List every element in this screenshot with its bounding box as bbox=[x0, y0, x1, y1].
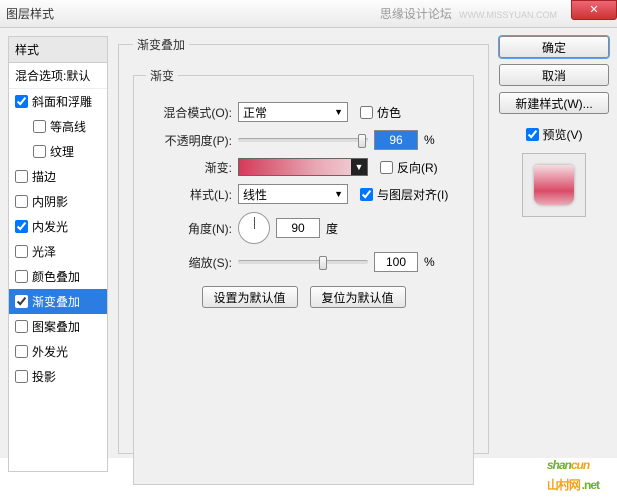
brand-text: 思缘设计论坛 WWW.MISSYUAN.COM bbox=[380, 5, 557, 22]
gradient-overlay-group: 渐变叠加 渐变 混合模式(O): 正常▼ 仿色 不透明度(P): bbox=[118, 36, 489, 454]
styles-list: 混合选项:默认 斜面和浮雕等高线纹理描边内阴影内发光光泽颜色叠加渐变叠加图案叠加… bbox=[8, 62, 108, 472]
gradient-row: 渐变: ▼ 反向(R) bbox=[146, 158, 461, 176]
opacity-slider[interactable] bbox=[238, 138, 368, 142]
angle-label: 角度(N): bbox=[146, 220, 232, 237]
reset-default-button[interactable]: 复位为默认值 bbox=[310, 286, 406, 308]
style-item[interactable]: 光泽 bbox=[9, 239, 107, 264]
preview-box bbox=[522, 153, 586, 217]
style-label: 纹理 bbox=[50, 143, 74, 160]
style-label: 描边 bbox=[32, 168, 56, 185]
default-buttons: 设置为默认值 复位为默认值 bbox=[146, 286, 461, 308]
style-item[interactable]: 描边 bbox=[9, 164, 107, 189]
style-checkbox[interactable] bbox=[15, 170, 28, 183]
style-item[interactable]: 颜色叠加 bbox=[9, 264, 107, 289]
style-label: 光泽 bbox=[32, 243, 56, 260]
dither-checkbox[interactable] bbox=[360, 106, 373, 119]
style-label: 外发光 bbox=[32, 343, 68, 360]
style-checkbox[interactable] bbox=[15, 345, 28, 358]
style-label: 斜面和浮雕 bbox=[32, 93, 92, 110]
scale-input[interactable]: 100 bbox=[374, 252, 418, 272]
close-button[interactable]: ✕ bbox=[571, 0, 617, 20]
set-default-button[interactable]: 设置为默认值 bbox=[202, 286, 298, 308]
options-panel: 渐变叠加 渐变 混合模式(O): 正常▼ 仿色 不透明度(P): bbox=[118, 36, 489, 450]
dither-option[interactable]: 仿色 bbox=[360, 104, 401, 121]
gradient-group: 渐变 混合模式(O): 正常▼ 仿色 不透明度(P): bbox=[133, 67, 474, 485]
gradient-label: 渐变: bbox=[146, 159, 232, 176]
styles-panel: 样式 混合选项:默认 斜面和浮雕等高线纹理描边内阴影内发光光泽颜色叠加渐变叠加图… bbox=[8, 36, 108, 450]
opacity-input[interactable]: 96 bbox=[374, 130, 418, 150]
scale-slider[interactable] bbox=[238, 260, 368, 264]
ok-button[interactable]: 确定 bbox=[499, 36, 609, 58]
style-label: 颜色叠加 bbox=[32, 268, 80, 285]
inner-legend: 渐变 bbox=[146, 67, 178, 84]
reverse-checkbox[interactable] bbox=[380, 161, 393, 174]
style-checkbox[interactable] bbox=[15, 220, 28, 233]
chevron-down-icon[interactable]: ▼ bbox=[351, 159, 367, 175]
style-checkbox[interactable] bbox=[15, 370, 28, 383]
angle-row: 角度(N): 90 度 bbox=[146, 212, 461, 244]
opacity-row: 不透明度(P): 96 % bbox=[146, 130, 461, 150]
angle-input[interactable]: 90 bbox=[276, 218, 320, 238]
preview-swatch bbox=[534, 165, 574, 205]
style-checkbox[interactable] bbox=[15, 295, 28, 308]
title-bar: 图层样式 思缘设计论坛 WWW.MISSYUAN.COM ✕ bbox=[0, 0, 617, 28]
cancel-button[interactable]: 取消 bbox=[499, 64, 609, 86]
style-label: 渐变叠加 bbox=[32, 293, 80, 310]
style-checkbox[interactable] bbox=[15, 95, 28, 108]
blend-options-default[interactable]: 混合选项:默认 bbox=[9, 63, 107, 89]
style-item[interactable]: 斜面和浮雕 bbox=[9, 89, 107, 114]
style-checkbox[interactable] bbox=[15, 195, 28, 208]
style-item[interactable]: 等高线 bbox=[9, 114, 107, 139]
main-area: 样式 混合选项:默认 斜面和浮雕等高线纹理描边内阴影内发光光泽颜色叠加渐变叠加图… bbox=[0, 28, 617, 458]
style-checkbox[interactable] bbox=[15, 270, 28, 283]
preview-option[interactable]: 预览(V) bbox=[499, 126, 609, 143]
scale-row: 缩放(S): 100 % bbox=[146, 252, 461, 272]
style-label: 投影 bbox=[32, 368, 56, 385]
style-item[interactable]: 图案叠加 bbox=[9, 314, 107, 339]
group-legend: 渐变叠加 bbox=[133, 36, 189, 53]
style-item[interactable]: 投影 bbox=[9, 364, 107, 389]
style-item[interactable]: 内阴影 bbox=[9, 189, 107, 214]
blend-mode-label: 混合模式(O): bbox=[146, 104, 232, 121]
style-checkbox[interactable] bbox=[15, 245, 28, 258]
style-label: 内发光 bbox=[32, 218, 68, 235]
styles-header: 样式 bbox=[8, 36, 108, 62]
watermark: shancun 山村网 .net bbox=[547, 444, 599, 493]
align-checkbox[interactable] bbox=[360, 188, 373, 201]
gradient-picker[interactable]: ▼ bbox=[238, 158, 368, 176]
angle-dial[interactable] bbox=[238, 212, 270, 244]
blend-mode-row: 混合模式(O): 正常▼ 仿色 bbox=[146, 102, 461, 122]
blend-mode-combo[interactable]: 正常▼ bbox=[238, 102, 348, 122]
style-checkbox[interactable] bbox=[33, 145, 46, 158]
style-label: 样式(L): bbox=[146, 186, 232, 203]
right-panel: 确定 取消 新建样式(W)... 预览(V) bbox=[499, 36, 609, 450]
preview-checkbox[interactable] bbox=[526, 128, 539, 141]
scale-label: 缩放(S): bbox=[146, 254, 232, 271]
opacity-label: 不透明度(P): bbox=[146, 132, 232, 149]
style-combo[interactable]: 线性▼ bbox=[238, 184, 348, 204]
style-item[interactable]: 内发光 bbox=[9, 214, 107, 239]
style-label: 等高线 bbox=[50, 118, 86, 135]
align-option[interactable]: 与图层对齐(I) bbox=[360, 186, 448, 203]
style-item[interactable]: 渐变叠加 bbox=[9, 289, 107, 314]
style-item[interactable]: 纹理 bbox=[9, 139, 107, 164]
reverse-option[interactable]: 反向(R) bbox=[380, 159, 438, 176]
window-title: 图层样式 bbox=[6, 5, 54, 22]
style-checkbox[interactable] bbox=[33, 120, 46, 133]
new-style-button[interactable]: 新建样式(W)... bbox=[499, 92, 609, 114]
style-label: 内阴影 bbox=[32, 193, 68, 210]
style-label: 图案叠加 bbox=[32, 318, 80, 335]
chevron-down-icon: ▼ bbox=[334, 107, 343, 117]
style-row: 样式(L): 线性▼ 与图层对齐(I) bbox=[146, 184, 461, 204]
style-checkbox[interactable] bbox=[15, 320, 28, 333]
style-item[interactable]: 外发光 bbox=[9, 339, 107, 364]
chevron-down-icon: ▼ bbox=[334, 189, 343, 199]
